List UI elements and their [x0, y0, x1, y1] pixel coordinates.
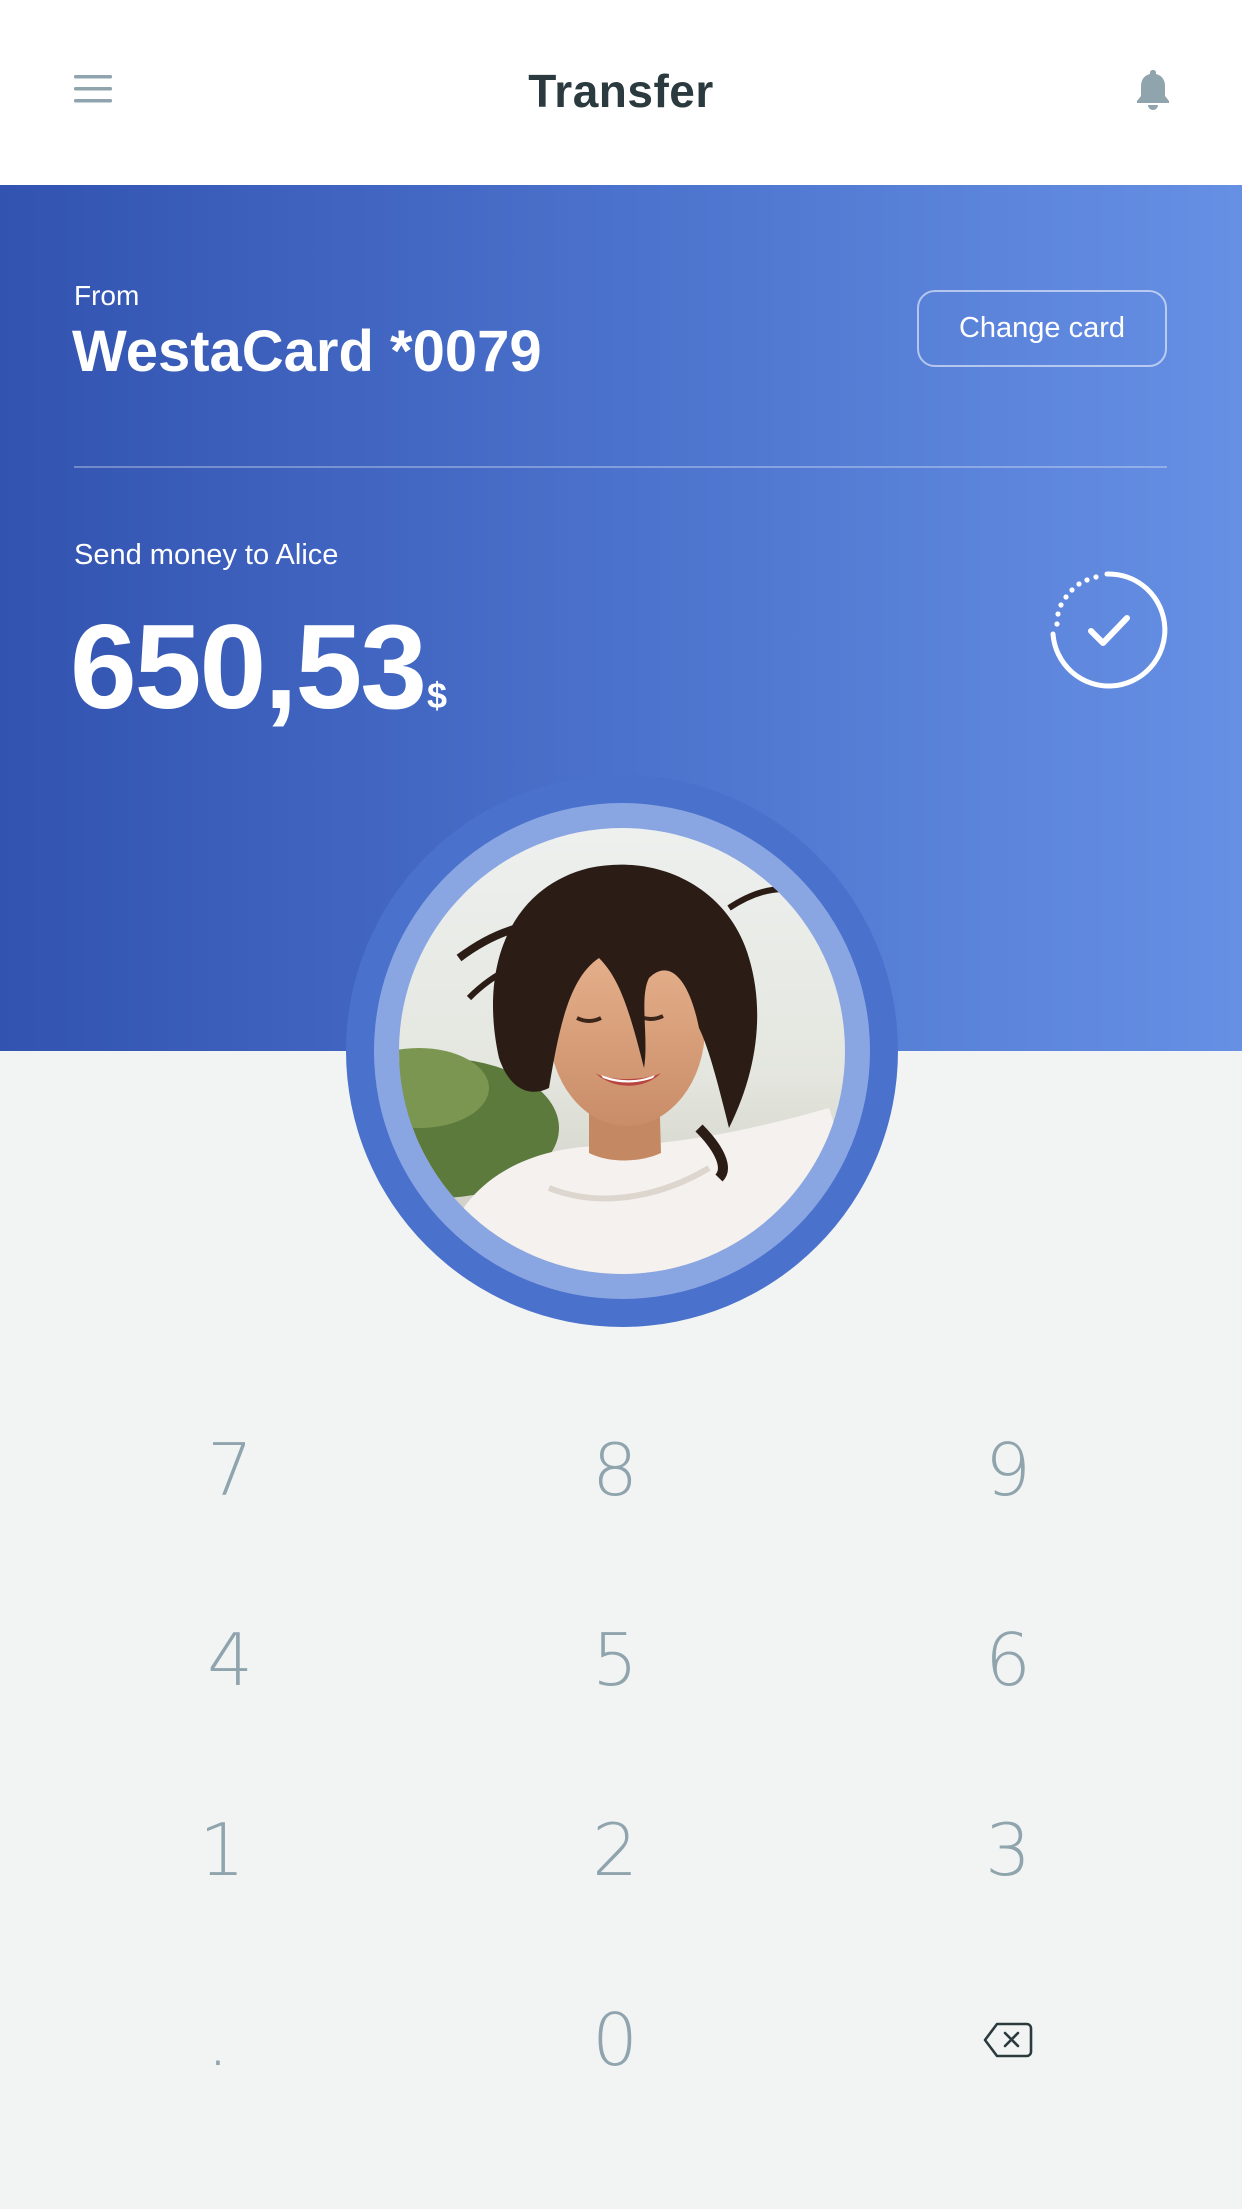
key-decimal[interactable]: .	[88, 1965, 348, 2115]
key-7[interactable]: 7	[100, 1395, 360, 1545]
amount-value: 650,53	[70, 600, 427, 734]
bell-icon[interactable]	[1135, 68, 1171, 110]
key-4[interactable]: 4	[100, 1585, 360, 1735]
amount-currency: $	[427, 675, 448, 716]
transfer-amount: 650,53$	[70, 598, 447, 736]
key-1[interactable]: 1	[92, 1775, 352, 1925]
card-name: WestaCard *0079	[72, 319, 542, 384]
from-label: From	[74, 280, 140, 311]
key-9[interactable]: 9	[878, 1395, 1138, 1545]
key-2[interactable]: 2	[485, 1775, 745, 1925]
avatar-photo[interactable]	[399, 828, 845, 1274]
key-5[interactable]: 5	[485, 1585, 745, 1735]
key-6[interactable]: 6	[878, 1585, 1138, 1735]
key-8[interactable]: 8	[485, 1395, 745, 1545]
key-3[interactable]: 3	[878, 1775, 1138, 1925]
divider	[74, 466, 1167, 468]
recipient-label: Send money to Alice	[74, 539, 339, 571]
backspace-icon	[983, 2022, 1033, 2058]
backspace-key[interactable]	[878, 1965, 1138, 2115]
page-title: Transfer	[528, 65, 714, 117]
key-0[interactable]: 0	[485, 1965, 745, 2115]
check-circle-icon[interactable]	[1047, 568, 1171, 692]
change-card-button[interactable]: Change card	[917, 290, 1167, 367]
app-header: Transfer	[0, 0, 1242, 185]
